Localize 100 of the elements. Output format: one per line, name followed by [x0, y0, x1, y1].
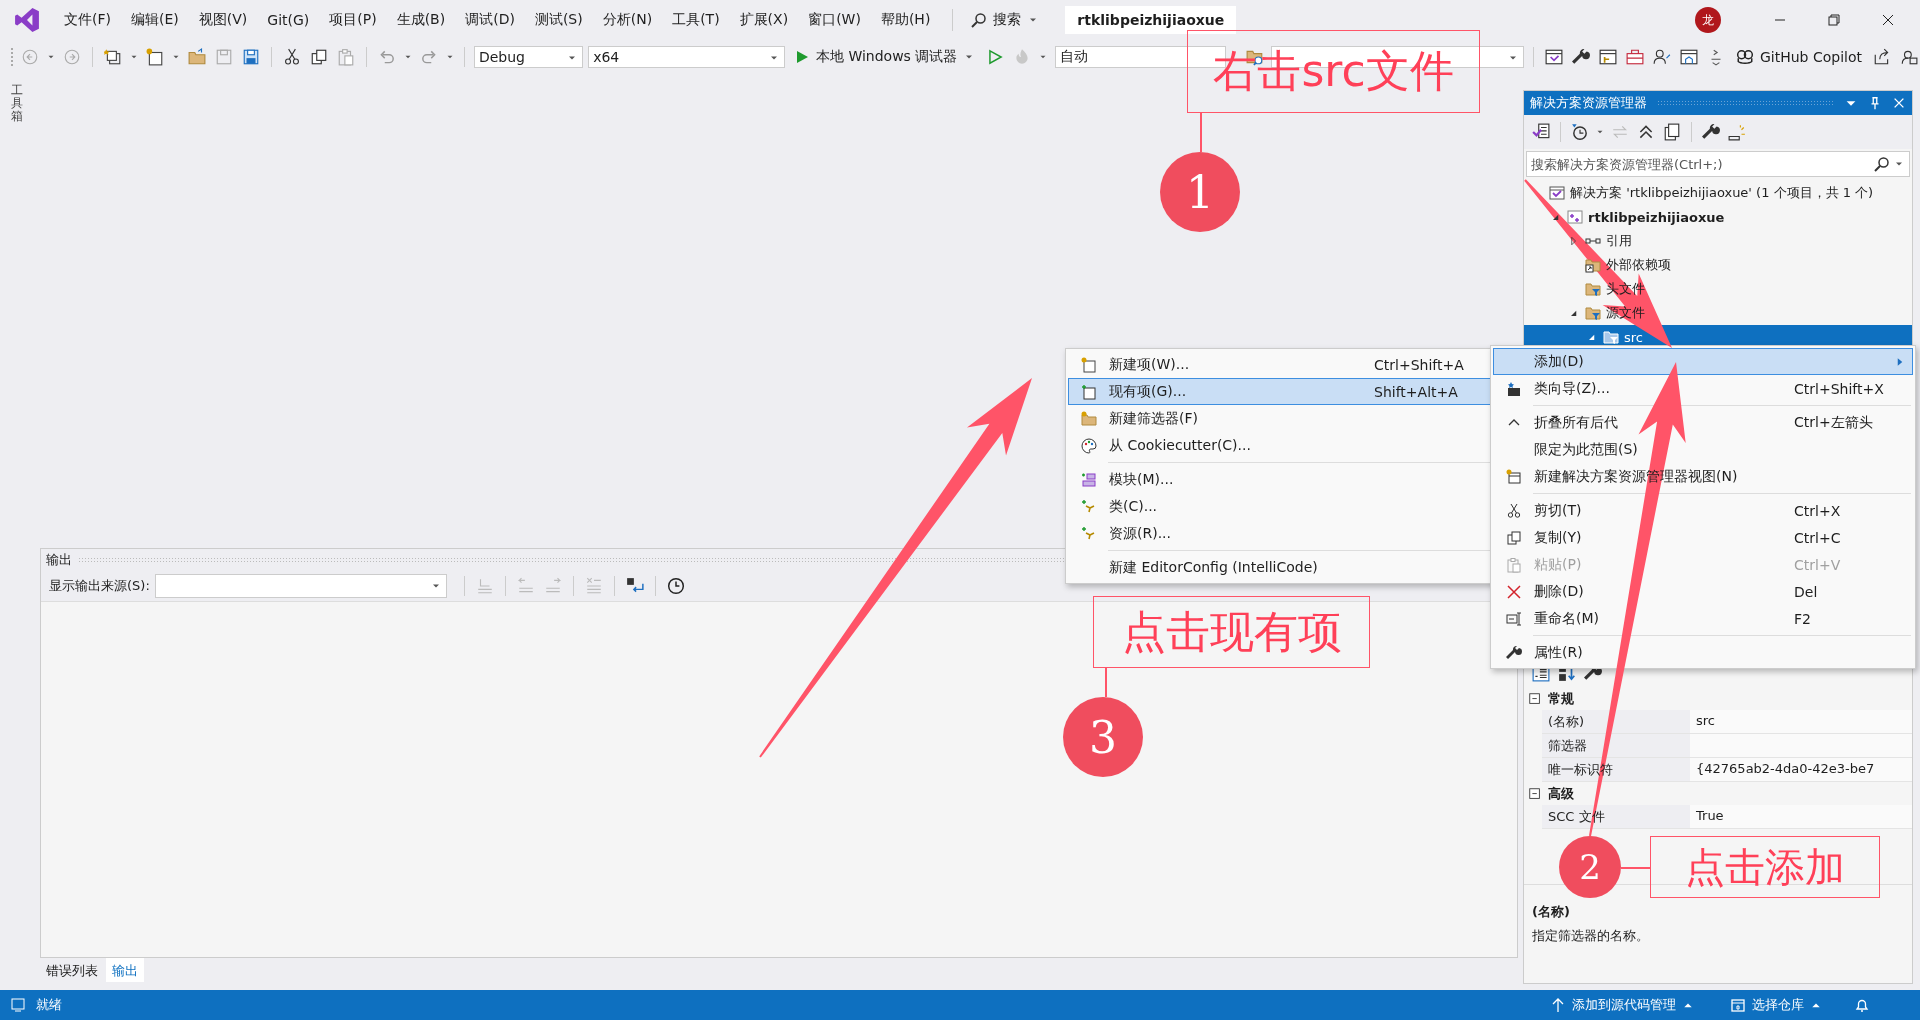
menu-item[interactable]: 新建筛选器(F)	[1068, 405, 1493, 432]
menu-item[interactable]: 复制(Y) Ctrl+C	[1493, 524, 1913, 551]
people-icon[interactable]	[1652, 48, 1671, 66]
menu-item[interactable]: 帮助(H)	[870, 7, 941, 33]
avatar[interactable]: 龙	[1695, 7, 1721, 33]
wrench-icon[interactable]	[1571, 48, 1590, 66]
repository-button[interactable]: 选择仓库	[1726, 994, 1826, 1016]
wrap-text-icon[interactable]	[625, 577, 644, 595]
cut-icon	[1506, 502, 1522, 519]
tree-item[interactable]: 解决方案 'rtklibpeizhijiaoxue' (1 个项目，共 1 个)	[1524, 181, 1912, 205]
menu-item[interactable]: 分析(N)	[592, 7, 663, 33]
rename-icon	[1506, 610, 1522, 627]
menu-item[interactable]: 视图(V)	[188, 7, 258, 33]
tree-item[interactable]: rtklibpeizhijiaoxue	[1524, 205, 1912, 229]
menu-item[interactable]: 测试(S)	[524, 7, 593, 33]
filter-folder-icon	[1585, 281, 1601, 297]
wrench-icon[interactable]	[1702, 123, 1720, 141]
open-folder-icon[interactable]	[187, 48, 206, 66]
clock-icon[interactable]	[666, 577, 685, 595]
window-icon[interactable]	[1679, 48, 1698, 66]
menu-item[interactable]: 项目(P)	[319, 7, 387, 33]
app-logo-icon	[14, 7, 40, 33]
panel-tab[interactable]: 错误列表	[40, 958, 104, 982]
menu-item[interactable]: 生成(B)	[386, 7, 456, 33]
restore-icon[interactable]	[1826, 12, 1842, 28]
menu-item[interactable]: 模块(M)...	[1068, 466, 1493, 493]
toolbox-icon[interactable]	[1625, 48, 1644, 66]
menu-item[interactable]: 删除(D) Del	[1493, 578, 1913, 605]
toolbox-tab[interactable]: 工具箱	[11, 84, 23, 124]
menu-item[interactable]: 类(C)...	[1068, 493, 1493, 520]
views-icon[interactable]	[1663, 123, 1681, 141]
new-folder-icon	[1081, 410, 1097, 427]
menu-item[interactable]: 调试(D)	[455, 7, 525, 33]
property-name: 筛选器	[1547, 737, 1588, 755]
menu-item[interactable]: Git(G)	[257, 8, 320, 32]
existing-item-icon	[1081, 383, 1097, 400]
status-text: 就绪	[36, 996, 62, 1014]
menu-item[interactable]: 新建 EditorConfig (IntelliCode)	[1068, 554, 1493, 581]
menu-item[interactable]: 添加(D)	[1493, 348, 1913, 375]
menu-item[interactable]: 扩展(X)	[729, 7, 799, 33]
search-button[interactable]: 搜索	[965, 7, 1046, 33]
switch-views-icon[interactable]	[1532, 123, 1550, 141]
feedback-icon[interactable]	[1900, 48, 1918, 66]
collapse-icon[interactable]	[1528, 691, 1542, 706]
leader-line	[1621, 867, 1650, 869]
window-icon[interactable]	[1544, 48, 1563, 66]
source-control-button[interactable]: 添加到源代码管理	[1546, 994, 1698, 1016]
copy-icon	[1506, 529, 1522, 546]
search-field[interactable]: 搜索解决方案资源管理器(Ctrl+;)	[1526, 151, 1910, 177]
menu-item[interactable]: 文件(F)	[54, 7, 121, 33]
solution-name: rtklibpeizhijiaoxue	[1065, 6, 1237, 34]
run-button[interactable]: 本地 Windows 调试器	[789, 46, 980, 68]
menu-item[interactable]: 属性(R)	[1493, 639, 1913, 666]
property-value[interactable]: {42765ab2-4da0-42e3-be7	[1690, 758, 1912, 782]
close-icon[interactable]	[1880, 12, 1896, 28]
menu-item[interactable]: 编辑(E)	[121, 7, 189, 33]
panel-title: 解决方案资源管理器	[1530, 94, 1647, 112]
collapse-all-icon[interactable]	[1637, 123, 1655, 141]
window-icon[interactable]	[1598, 48, 1617, 66]
new-project-icon[interactable]	[103, 48, 122, 66]
callout-label: 点击现有项	[1093, 596, 1370, 668]
property-value[interactable]: src	[1690, 710, 1912, 734]
palette-icon	[1081, 437, 1097, 454]
collapse-icon[interactable]	[1528, 786, 1542, 801]
leader-line	[1105, 668, 1107, 697]
category-label: 高级	[1548, 784, 1574, 803]
bell-icon[interactable]	[1854, 997, 1870, 1013]
tree-item[interactable]: 外部依赖项	[1524, 253, 1912, 277]
preview-icon[interactable]	[1728, 123, 1746, 141]
copy-icon[interactable]	[309, 48, 328, 66]
callout-label: 右击src文件	[1187, 30, 1480, 113]
module-icon	[1081, 471, 1097, 488]
play-icon[interactable]	[986, 48, 1005, 66]
menu-item[interactable]: 剪切(T) Ctrl+X	[1493, 497, 1913, 524]
property-value[interactable]: True	[1690, 805, 1912, 829]
history-icon[interactable]	[1571, 123, 1589, 141]
menu-item[interactable]: 新建项(W)... Ctrl+Shift+A	[1068, 351, 1493, 378]
configuration-dropdown[interactable]: Debug	[473, 46, 584, 68]
menu-item[interactable]: 限定为此范围(S)	[1493, 436, 1913, 463]
paste-icon	[1506, 556, 1522, 573]
save-all-icon[interactable]	[241, 48, 260, 66]
tree-item[interactable]: 引用	[1524, 229, 1912, 253]
platform-dropdown[interactable]: x64	[588, 46, 785, 68]
search-icon[interactable]	[1874, 156, 1890, 172]
property-name: (名称)	[1547, 713, 1586, 731]
menu-item[interactable]: 窗口(W)	[798, 7, 871, 33]
copilot-button[interactable]: GitHub Copilot	[1731, 46, 1866, 68]
menu-item[interactable]: 资源(R)...	[1068, 520, 1493, 547]
cut-icon[interactable]	[282, 48, 301, 66]
category-label: 常规	[1548, 689, 1574, 708]
menu-item[interactable]: 工具(T)	[662, 7, 730, 33]
external-dependencies-icon	[1585, 257, 1601, 273]
menu-item[interactable]: 折叠所有后代 Ctrl+左箭头	[1493, 409, 1913, 436]
new-item-icon[interactable]	[145, 48, 164, 66]
panel-tab[interactable]: 输出	[106, 958, 144, 982]
menu-item[interactable]: 类向导(Z)... Ctrl+Shift+X	[1493, 375, 1913, 402]
menu-item[interactable]: 重命名(M) F2	[1493, 605, 1913, 632]
menu-item[interactable]: 现有项(G)... Shift+Alt+A	[1068, 378, 1493, 405]
share-icon[interactable]	[1873, 48, 1891, 66]
menu-item[interactable]: 从 Cookiecutter(C)...	[1068, 432, 1493, 459]
